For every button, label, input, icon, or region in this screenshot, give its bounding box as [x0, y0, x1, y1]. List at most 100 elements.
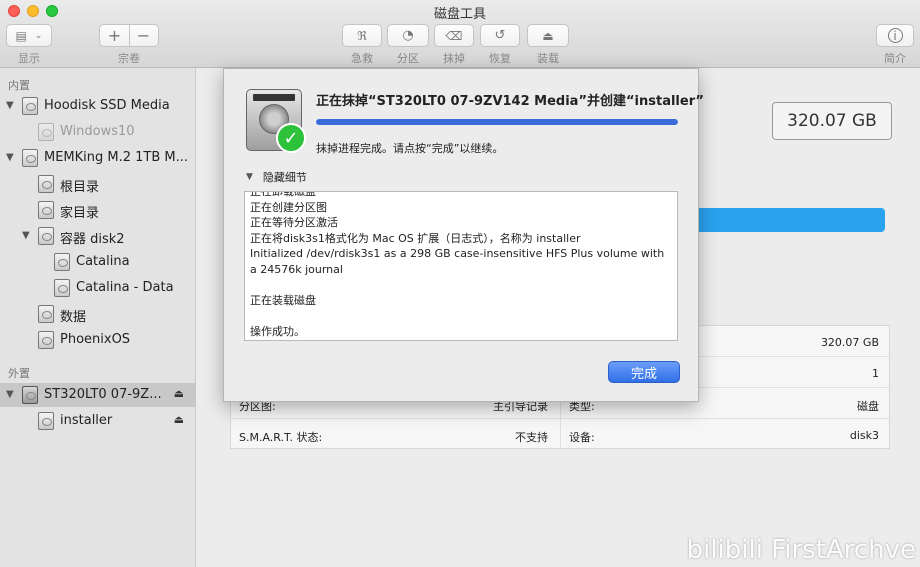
sidebar-item-label: 根目录 — [60, 180, 100, 195]
sidebar-item-data[interactable]: 数据 — [0, 302, 196, 326]
erase-icon: ⌫ — [445, 28, 463, 43]
eject-icon[interactable]: ⏏ — [174, 387, 184, 400]
sidebar-item-container-disk2[interactable]: ▼ 容器 disk2 — [0, 224, 196, 248]
info-icon: i — [887, 28, 903, 43]
log-line: 正在装载磁盘 — [250, 293, 316, 307]
details-toggle[interactable]: ▼ 隐藏细节 — [246, 169, 307, 185]
sidebar-item-memking[interactable]: ▼ MEMKing M.2 1TB M... — [0, 146, 196, 170]
sidebar-item-installer[interactable]: installer ⏏ — [0, 409, 196, 433]
sheet-title: 正在抹掉“ST320LT0 07-9ZV142 Media”并创建“instal… — [316, 94, 704, 109]
sidebar-item-catalina-data[interactable]: Catalina - Data — [0, 276, 196, 300]
type-value: 磁盘 — [857, 400, 879, 413]
progress-fill — [316, 119, 678, 125]
eject-icon[interactable]: ⏏ — [174, 413, 184, 426]
disk-icon — [38, 305, 54, 323]
restore-icon: ↺ — [494, 28, 506, 43]
sidebar-item-label: ST320LT0 07-9Z... — [44, 387, 162, 402]
log-line: 正在等待分区激活 — [250, 216, 338, 229]
sidebar-view-icon: ▤ — [15, 28, 27, 43]
disk-icon — [22, 149, 38, 167]
erase-progress-sheet: ✓ 正在抹掉“ST320LT0 07-9ZV142 Media”并创建“inst… — [223, 68, 704, 402]
chevron-down-icon: ⌄ — [34, 30, 43, 41]
log-textarea[interactable]: 正在卸载磁盘 正在创建分区图 正在等待分区激活 正在将disk3s1格式化为 Mac … — [244, 191, 678, 341]
device-value: disk3 — [849, 429, 879, 442]
sidebar-item-label: 数据 — [60, 310, 87, 325]
disk-icon — [38, 412, 54, 430]
disclosure-down-icon[interactable]: ▼ — [6, 152, 14, 163]
device-label: 设备: — [569, 431, 595, 444]
remove-volume-button[interactable]: − — [129, 26, 158, 45]
details-toggle-label: 隐藏细节 — [262, 171, 307, 184]
partition-label: 分区 — [397, 52, 419, 65]
log-content: 正在卸载磁盘 正在创建分区图 正在等待分区激活 正在将disk3s1格式化为 Mac … — [250, 191, 672, 339]
disk-icon — [22, 386, 38, 404]
done-button[interactable]: 完成 — [608, 361, 680, 383]
restore-button[interactable]: ↺ — [480, 24, 520, 47]
restore-label: 恢复 — [489, 52, 511, 65]
firstaid-button[interactable]: ℜ — [342, 24, 382, 47]
sidebar-item-label: Windows10 — [60, 124, 135, 139]
info-button[interactable]: i — [876, 24, 914, 47]
sidebar-item-home[interactable]: 家目录 — [0, 198, 196, 222]
sidebar-item-st320[interactable]: ▼ ST320LT0 07-9Z... ⏏ — [0, 383, 196, 407]
disk-icon — [38, 175, 54, 193]
partition-pie-icon: ◔ — [402, 28, 414, 43]
disk-icon — [38, 331, 54, 349]
disk-icon — [54, 253, 70, 271]
disk-icon — [38, 123, 54, 141]
sidebar: 内置 ▼ Hoodisk SSD Media Windows10 ▼ MEMKi… — [0, 68, 196, 567]
sidebar-item-label: 容器 disk2 — [60, 232, 125, 247]
disclosure-down-icon[interactable]: ▼ — [22, 230, 30, 241]
capacity-box: 320.07 GB — [772, 102, 892, 140]
disk-icon — [38, 201, 54, 219]
progress-bar — [316, 119, 678, 125]
partition-button[interactable]: ◔ — [387, 24, 429, 47]
view-label: 显示 — [18, 52, 40, 65]
sidebar-item-label: 家目录 — [60, 206, 100, 221]
mount-button[interactable]: ⏏ — [527, 24, 569, 47]
toolbar: 磁盘工具 ▤ ⌄ 显示 + − 宗卷 ℜ 急救 ◔ 分区 ⌫ 抹掉 ↺ 恢复 ⏏… — [0, 0, 920, 68]
erase-label: 抹掉 — [443, 52, 465, 65]
sidebar-item-label: Hoodisk SSD Media — [44, 98, 170, 113]
disk-icon — [22, 97, 38, 115]
mount-label: 装载 — [537, 52, 559, 65]
info-label: 简介 — [884, 52, 906, 65]
disk-icon — [54, 279, 70, 297]
volume-segment: + − — [99, 24, 159, 47]
sidebar-item-label: Catalina — [76, 254, 130, 269]
disclosure-down-icon[interactable]: ▼ — [6, 100, 14, 111]
mount-icon: ⏏ — [542, 28, 554, 43]
sidebar-item-catalina[interactable]: Catalina — [0, 250, 196, 274]
external-section-header: 外置 — [8, 367, 30, 380]
erase-button[interactable]: ⌫ — [434, 24, 474, 47]
sidebar-item-label: installer — [60, 413, 113, 428]
usage-bar — [677, 208, 885, 232]
log-line: 正在卸载磁盘 — [250, 191, 316, 198]
disk-icon — [38, 227, 54, 245]
sheet-status: 抹掉进程完成。请点按“完成”以继续。 — [316, 142, 504, 155]
watermark: bilibili FirstArchve — [686, 535, 916, 565]
sidebar-item-hoodisk[interactable]: ▼ Hoodisk SSD Media — [0, 94, 196, 118]
sidebar-item-windows10[interactable]: Windows10 — [0, 120, 196, 144]
child-count-value: 1 — [872, 367, 879, 380]
view-button[interactable]: ▤ ⌄ — [6, 24, 52, 47]
sidebar-item-label: MEMKing M.2 1TB M... — [44, 150, 189, 165]
window-title: 磁盘工具 — [433, 7, 486, 22]
log-line: Initialized /dev/rdisk3s1 as a 298 GB ca… — [250, 247, 665, 276]
smart-label: S.M.A.R.T. 状态: — [239, 431, 323, 444]
checkmark-icon: ✓ — [276, 123, 306, 153]
internal-section-header: 内置 — [8, 79, 30, 92]
disclosure-down-icon[interactable]: ▼ — [6, 389, 14, 400]
firstaid-label: 急救 — [351, 52, 373, 65]
log-line: 操作成功。 — [250, 324, 305, 338]
smart-value: 不支持 — [515, 431, 548, 444]
disclosure-down-icon: ▼ — [246, 172, 253, 182]
log-line: 正在将disk3s1格式化为 Mac OS 扩展（日志式），名称为 instal… — [250, 231, 581, 245]
volume-label: 宗卷 — [118, 52, 140, 65]
add-volume-button[interactable]: + — [100, 26, 129, 45]
sidebar-item-root[interactable]: 根目录 — [0, 172, 196, 196]
sidebar-item-label: PhoenixOS — [60, 332, 131, 347]
sidebar-item-phoenixos[interactable]: PhoenixOS — [0, 328, 196, 352]
